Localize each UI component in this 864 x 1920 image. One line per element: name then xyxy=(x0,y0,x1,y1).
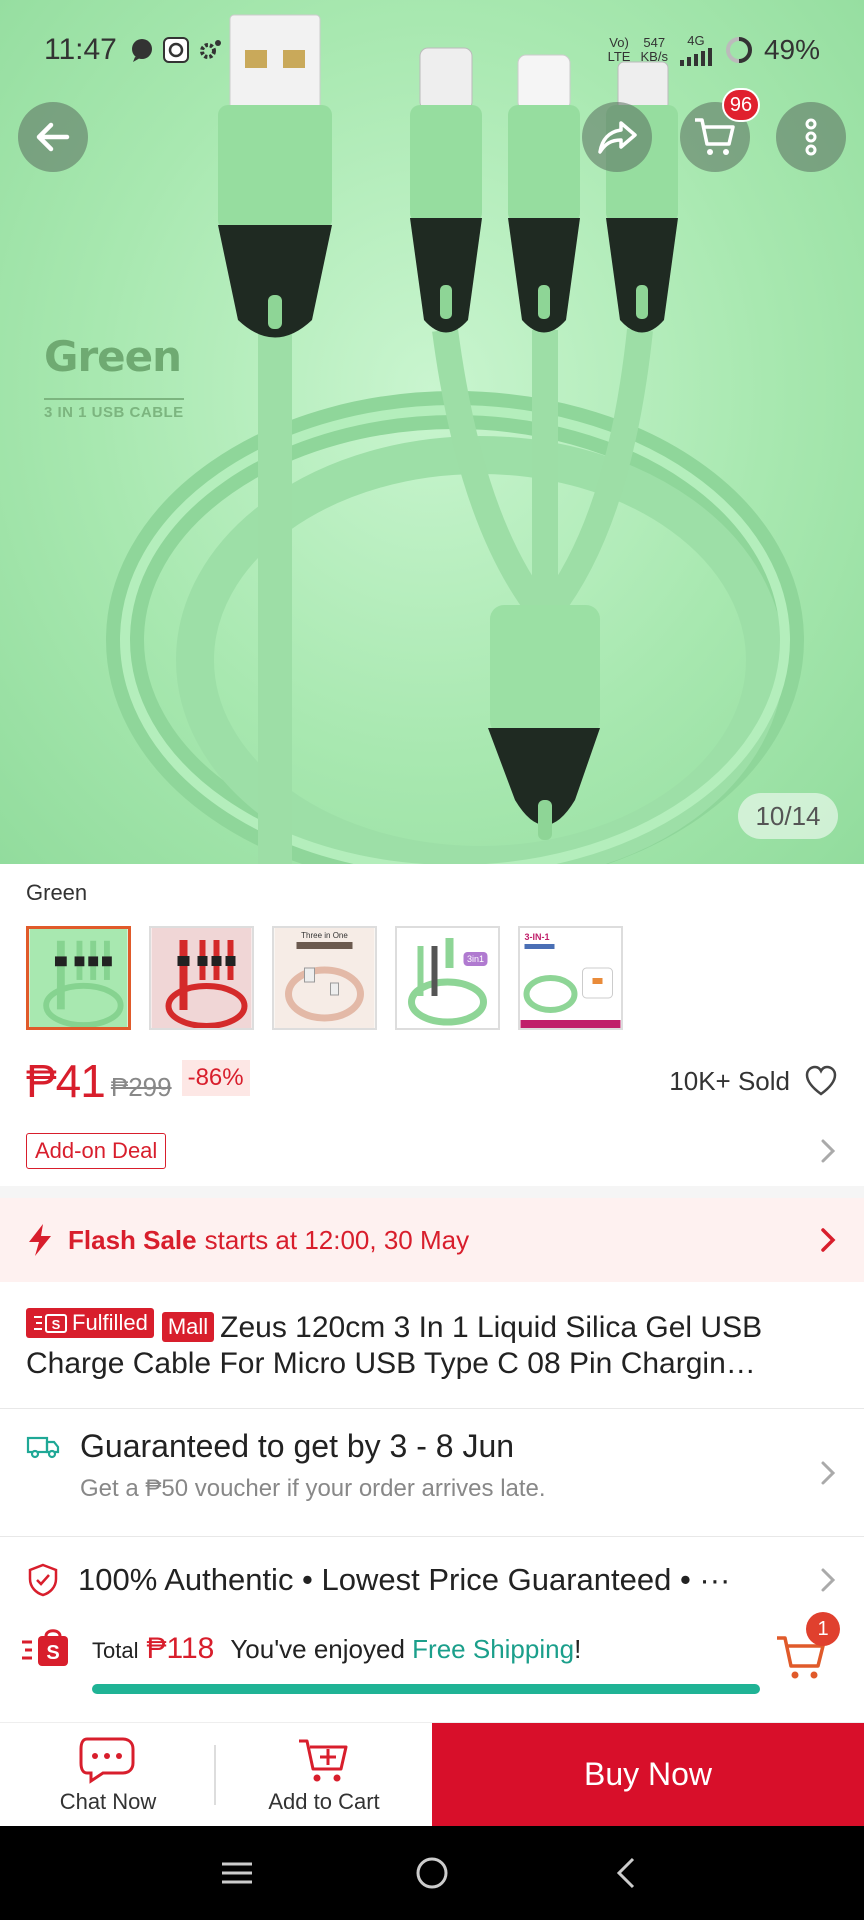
image-counter: 10/14 xyxy=(738,793,838,839)
system-navigation-bar xyxy=(0,1826,864,1920)
divider-line xyxy=(0,1536,864,1537)
discount-badge: -86% xyxy=(181,1060,250,1096)
flash-sale-banner[interactable]: Flash Sale starts at 12:00, 30 May xyxy=(0,1198,864,1282)
back-nav-icon[interactable] xyxy=(609,1855,645,1891)
variation-thumbnails: Three in One 3in1 3-IN-1 xyxy=(26,926,623,1030)
battery-level: 49% xyxy=(763,34,820,65)
current-price: ₱41 xyxy=(26,1055,106,1107)
home-icon[interactable] xyxy=(414,1855,450,1891)
delivery-guarantee-row[interactable]: Guaranteed to get by 3 - 8 Jun Get a ₱50… xyxy=(26,1428,838,1503)
red-cable-thumbnail xyxy=(151,928,252,1028)
chevron-right-icon xyxy=(821,1568,836,1592)
svg-text:Three in One: Three in One xyxy=(301,931,348,940)
svg-text:S: S xyxy=(46,1642,59,1664)
battery-icon xyxy=(725,37,752,63)
variation-selected-label: Green xyxy=(26,880,88,905)
heart-icon[interactable] xyxy=(804,1064,838,1098)
settings-gear-icon xyxy=(199,40,221,59)
shopee-cart-icon: S xyxy=(22,1629,68,1666)
total-label: Total xyxy=(92,1638,139,1663)
original-price: ₱299 xyxy=(110,1071,172,1102)
product-title-line2: Charge Cable For Micro USB Type C 08 Pin… xyxy=(26,1347,756,1380)
product-title: S Fulfilled Mall Zeus 120cm 3 In 1 Liquid… xyxy=(26,1308,838,1382)
status-bar: 11:47 Vo) LTE 547 KB/s 4G 49% xyxy=(0,0,864,100)
pink-cable-thumbnail: Three in One xyxy=(274,928,375,1028)
share-icon xyxy=(598,121,637,154)
green-cable-thumbnail xyxy=(29,929,128,1027)
delivery-voucher-note: Get a ₱50 voucher if your order arrives … xyxy=(80,1475,546,1502)
chevron-right-icon xyxy=(821,1228,836,1252)
variation-thumb-red[interactable] xyxy=(149,926,254,1030)
chat-icon xyxy=(79,1737,135,1784)
network-speed: 547 KB/s xyxy=(640,35,668,64)
shipping-text-end: ! xyxy=(574,1634,582,1664)
addon-deal-tag: Add-on Deal xyxy=(26,1133,167,1169)
addon-deal-row[interactable]: Add-on Deal xyxy=(26,1132,838,1170)
lightning-icon xyxy=(29,1224,51,1256)
signal-icon: 4G xyxy=(678,34,714,66)
cart-total: ₱118 xyxy=(146,1632,215,1665)
flash-sale-title: Flash Sale xyxy=(68,1224,197,1255)
guarantee-row[interactable]: 100% Authentic • Lowest Price Guaranteed… xyxy=(26,1562,838,1598)
shipping-progress-bar xyxy=(92,1684,760,1694)
price-row: ₱41 ₱299 -86% 10K+ Sold xyxy=(26,1050,838,1112)
volte-indicator: Vo) LTE xyxy=(607,35,631,64)
chat-bubble-icon xyxy=(131,39,152,62)
shield-check-icon xyxy=(28,1563,58,1597)
divider-line xyxy=(0,1408,864,1409)
chat-now-button[interactable]: Chat Now xyxy=(0,1723,216,1826)
shopping-cart-icon xyxy=(695,118,735,155)
flash-sale-time: starts at 12:00, 30 May xyxy=(204,1224,470,1255)
free-shipping-bar[interactable]: S Total ₱118 You've enjoyed Free Shippin… xyxy=(0,1612,864,1720)
svg-text:S: S xyxy=(52,1317,61,1332)
more-options-button[interactable] xyxy=(776,102,846,172)
shipping-summary: Total ₱118 You've enjoyed Free Shipping! xyxy=(92,1632,581,1666)
back-button[interactable] xyxy=(18,102,88,172)
variation-thumb-pink[interactable]: Three in One xyxy=(272,926,377,1030)
more-vertical-icon xyxy=(805,118,817,156)
chevron-right-icon xyxy=(821,1461,836,1485)
add-to-cart-button[interactable]: Add to Cart xyxy=(216,1723,432,1826)
share-button[interactable] xyxy=(582,102,652,172)
delivery-guarantee-text: Guaranteed to get by 3 - 8 Jun xyxy=(80,1428,515,1464)
add-cart-icon xyxy=(299,1739,348,1781)
product-title-line1: Zeus 120cm 3 In 1 Liquid Silica Gel USB xyxy=(220,1311,763,1344)
mall-badge: Mall xyxy=(161,1312,215,1342)
chevron-right-icon xyxy=(821,1139,836,1163)
variation-thumb-bundle[interactable]: 3-IN-1 xyxy=(518,926,623,1030)
app-notification-icon xyxy=(162,37,189,63)
add-to-cart-label: Add to Cart xyxy=(268,1788,380,1814)
mini-cart-button[interactable]: 1 xyxy=(774,1612,840,1684)
recent-apps-icon[interactable] xyxy=(219,1858,255,1888)
hero-color-label: Green xyxy=(44,332,182,381)
guarantee-text: 100% Authentic • Lowest Price Guaranteed… xyxy=(78,1562,731,1597)
variation-thumb-multicolor[interactable]: 3in1 xyxy=(395,926,500,1030)
chat-now-label: Chat Now xyxy=(59,1788,157,1814)
free-shipping-text: Free Shipping xyxy=(412,1634,575,1664)
svg-text:3-IN-1: 3-IN-1 xyxy=(525,932,550,942)
multicolor-cable-thumbnail: 3in1 xyxy=(397,928,498,1028)
hero-color-subtitle: 3 IN 1 USB CABLE xyxy=(44,398,184,421)
sold-count: 10K+ Sold xyxy=(669,1065,790,1096)
cart-button[interactable]: 96 xyxy=(680,88,760,172)
mini-cart-badge: 1 xyxy=(806,1612,840,1646)
bottom-action-bar: Chat Now Add to Cart Buy Now xyxy=(0,1722,864,1826)
variation-thumb-green[interactable] xyxy=(26,926,131,1030)
truck-icon xyxy=(26,1436,60,1459)
svg-text:3in1: 3in1 xyxy=(467,954,484,964)
section-divider xyxy=(0,1186,864,1198)
cart-count-badge: 96 xyxy=(722,88,760,122)
arrow-left-icon xyxy=(36,122,70,152)
shop-bag-icon: S xyxy=(34,1314,67,1333)
status-time: 11:47 xyxy=(44,33,117,66)
buy-now-button[interactable]: Buy Now xyxy=(432,1723,864,1826)
fulfilled-badge: S Fulfilled xyxy=(26,1308,154,1338)
shipping-text: You've enjoyed xyxy=(230,1634,405,1664)
bundle-adapter-thumbnail: 3-IN-1 xyxy=(520,928,621,1028)
